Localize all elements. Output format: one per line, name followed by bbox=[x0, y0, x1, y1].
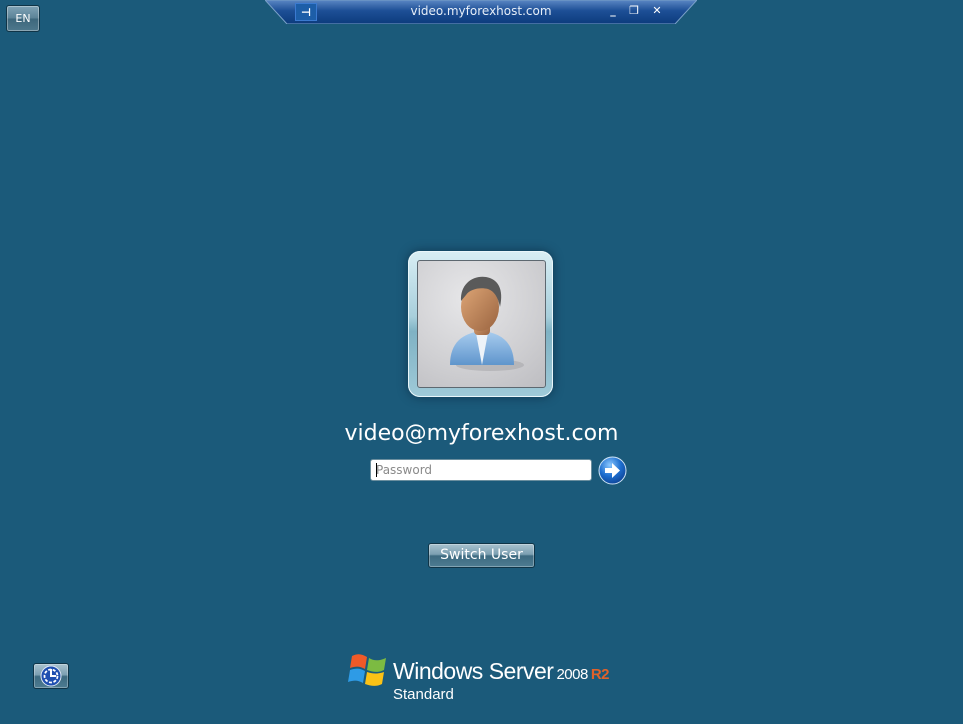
minimize-button[interactable]: _ bbox=[605, 3, 621, 19]
close-button[interactable]: ✕ bbox=[649, 3, 665, 19]
minimize-icon: _ bbox=[610, 4, 616, 17]
product-edition: Standard bbox=[393, 686, 454, 703]
user-tile[interactable] bbox=[408, 251, 553, 397]
product-name: Windows Server 2008 R2 bbox=[393, 658, 610, 685]
close-icon: ✕ bbox=[652, 4, 662, 17]
product-title: Windows Server bbox=[393, 658, 554, 684]
input-language-button[interactable]: EN bbox=[6, 5, 40, 32]
product-release: R2 bbox=[590, 666, 610, 683]
user-avatar bbox=[417, 260, 546, 388]
switch-user-button[interactable]: Switch User bbox=[428, 543, 535, 568]
user-avatar-icon bbox=[450, 276, 524, 371]
ease-of-access-button[interactable] bbox=[33, 663, 69, 689]
submit-button[interactable] bbox=[598, 456, 627, 485]
windows-flag-icon bbox=[348, 654, 386, 686]
password-input[interactable] bbox=[370, 459, 592, 481]
text-cursor bbox=[376, 463, 377, 477]
restore-icon: ❐ bbox=[629, 4, 639, 17]
user-name: video@myforexhost.com bbox=[344, 421, 619, 446]
arrow-right-icon bbox=[598, 456, 627, 485]
ease-of-access-icon bbox=[40, 665, 62, 687]
windows-branding: Windows Server 2008 R2 Standard bbox=[348, 652, 628, 708]
restore-button[interactable]: ❐ bbox=[626, 3, 642, 19]
product-version: 2008 bbox=[556, 666, 588, 683]
remote-desktop-connection-bar: ⊣ video.myforexhost.com _ ❐ ✕ bbox=[265, 0, 697, 24]
